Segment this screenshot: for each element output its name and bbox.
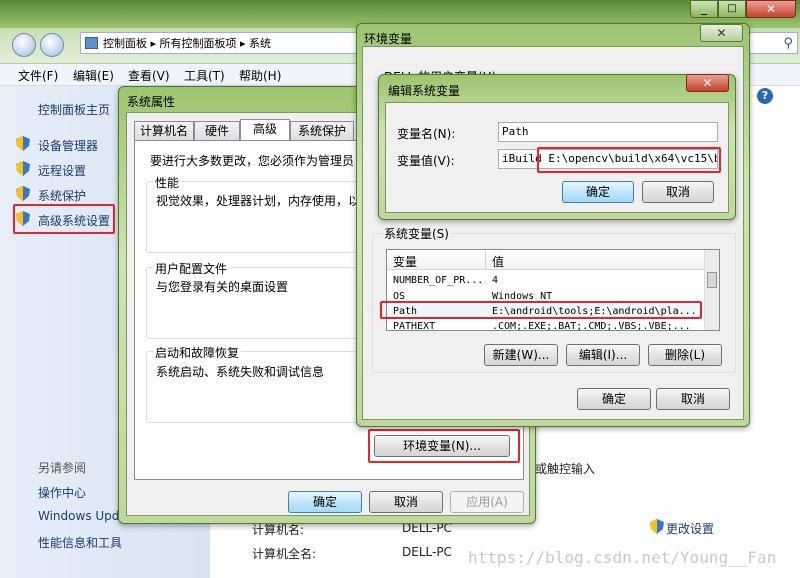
startup-recovery-title: 启动和故障恢复: [153, 344, 242, 361]
system-properties-title: 系统属性: [127, 95, 176, 109]
control-panel-home-link[interactable]: 控制面板主页: [38, 101, 110, 118]
highlight-box: [537, 147, 721, 173]
scrollbar-thumb[interactable]: [707, 272, 717, 288]
variable-name: PATHEXT: [393, 321, 436, 330]
shield-icon: [16, 136, 30, 151]
back-button[interactable]: [12, 33, 36, 57]
full-computer-name-label: 计算机全名:: [252, 547, 317, 561]
tab-system-protection[interactable]: 系统保护: [290, 121, 354, 141]
edit-close-icon[interactable]: ✕: [686, 74, 729, 92]
edit-cancel-button[interactable]: 取消: [642, 181, 714, 203]
device-manager-link[interactable]: 设备管理器: [38, 137, 98, 154]
variable-name: NUMBER_OF_PR...: [393, 275, 484, 286]
explorer-close-button[interactable]: ✕: [746, 0, 796, 18]
menu-file[interactable]: 文件(F): [18, 67, 58, 84]
shield-icon: [16, 211, 30, 226]
env-cancel-button[interactable]: 取消: [656, 388, 730, 410]
table-row[interactable]: PATHEXT .COM;.EXE;.BAT;.CMD;.VBS;.VBE;..…: [387, 320, 703, 330]
remote-settings-link[interactable]: 远程设置: [38, 162, 86, 179]
column-header-variable[interactable]: 变量: [393, 253, 417, 270]
variable-value: 4: [492, 275, 499, 286]
environment-variables-title: 环境变量: [364, 32, 413, 46]
touch-input-text: 或触控输入: [535, 462, 596, 476]
menu-tools[interactable]: 工具(T): [184, 67, 225, 84]
tab-advanced[interactable]: 高级: [240, 119, 290, 141]
breadcrumb-item[interactable]: 系统: [249, 37, 271, 50]
menu-edit[interactable]: 编辑(E): [73, 67, 114, 84]
system-variables-label: 系统变量(S): [382, 225, 451, 242]
watermark: https://blog.csdn.net/Young__Fan: [468, 548, 777, 567]
performance-info-link[interactable]: 性能信息和工具: [38, 534, 122, 551]
variable-value-label: 变量值(V):: [397, 154, 455, 168]
help-icon[interactable]: ?: [757, 88, 773, 104]
control-panel-icon: [85, 37, 98, 49]
system-protection-link[interactable]: 系统保护: [38, 187, 86, 204]
variable-name-input[interactable]: Path: [498, 122, 718, 142]
environment-variables-button[interactable]: 环境变量(N)...: [374, 435, 510, 457]
startup-recovery-desc: 系统启动、系统失败和调试信息: [156, 365, 325, 379]
tab-computer-name[interactable]: 计算机名: [134, 121, 194, 141]
admin-notice: 要进行大多数更改，您必须作为管理员: [150, 154, 355, 168]
highlight-box: [380, 301, 702, 319]
menu-help[interactable]: 帮助(H): [239, 67, 281, 84]
full-computer-name-value: DELL-PC: [402, 545, 452, 559]
edit-system-variable-title: 编辑系统变量: [388, 84, 461, 98]
maximize-button[interactable]: □: [718, 0, 746, 18]
change-settings-link[interactable]: 更改设置: [666, 520, 714, 537]
sysprops-apply-button: 应用(A): [450, 491, 524, 513]
windows-update-link[interactable]: Windows Upd: [38, 509, 119, 523]
user-profiles-desc: 与您登录有关的桌面设置: [156, 280, 289, 294]
shield-icon: [650, 519, 664, 534]
shield-icon: [16, 161, 30, 176]
column-divider: [485, 250, 486, 270]
table-header: [387, 250, 705, 270]
env-ok-button[interactable]: 确定: [577, 388, 651, 410]
tab-hardware[interactable]: 硬件: [194, 121, 240, 141]
performance-desc: 视觉效果，处理器计划，内存使用，以: [156, 194, 361, 208]
edit-variable-button[interactable]: 编辑(I)...: [566, 344, 640, 366]
search-icon: ⚲: [783, 36, 793, 51]
advanced-system-settings-link[interactable]: 高级系统设置: [38, 212, 110, 229]
new-variable-button[interactable]: 新建(W)...: [484, 344, 558, 366]
breadcrumb[interactable]: 控制面板 ▸ 所有控制面板项 ▸ 系统: [80, 32, 360, 54]
see-also-heading: 另请参阅: [38, 461, 87, 475]
shield-icon: [16, 186, 30, 201]
edit-ok-button[interactable]: 确定: [562, 181, 634, 203]
menu-view[interactable]: 查看(V): [128, 67, 170, 84]
sysprops-cancel-button[interactable]: 取消: [369, 491, 443, 513]
variable-name-label: 变量名(N):: [397, 127, 456, 141]
user-profiles-title: 用户配置文件: [153, 260, 230, 277]
startup-recovery-group: [146, 351, 364, 423]
env-close-icon[interactable]: ✕: [700, 24, 743, 42]
breadcrumb-item[interactable]: 所有控制面板项: [160, 37, 237, 50]
variable-value: .COM;.EXE;.BAT;.CMD;.VBS;.VBE;...: [492, 321, 691, 330]
forward-button[interactable]: [40, 33, 64, 57]
minimize-button[interactable]: _: [690, 0, 718, 18]
column-header-value[interactable]: 值: [492, 253, 504, 270]
table-scrollbar[interactable]: [704, 250, 719, 330]
action-center-link[interactable]: 操作中心: [38, 484, 86, 501]
delete-variable-button[interactable]: 删除(L): [648, 344, 722, 366]
breadcrumb-item[interactable]: 控制面板: [103, 37, 147, 50]
table-row[interactable]: NUMBER_OF_PR... 4: [387, 274, 703, 287]
sysprops-ok-button[interactable]: 确定: [288, 491, 362, 513]
performance-title: 性能: [153, 174, 182, 191]
